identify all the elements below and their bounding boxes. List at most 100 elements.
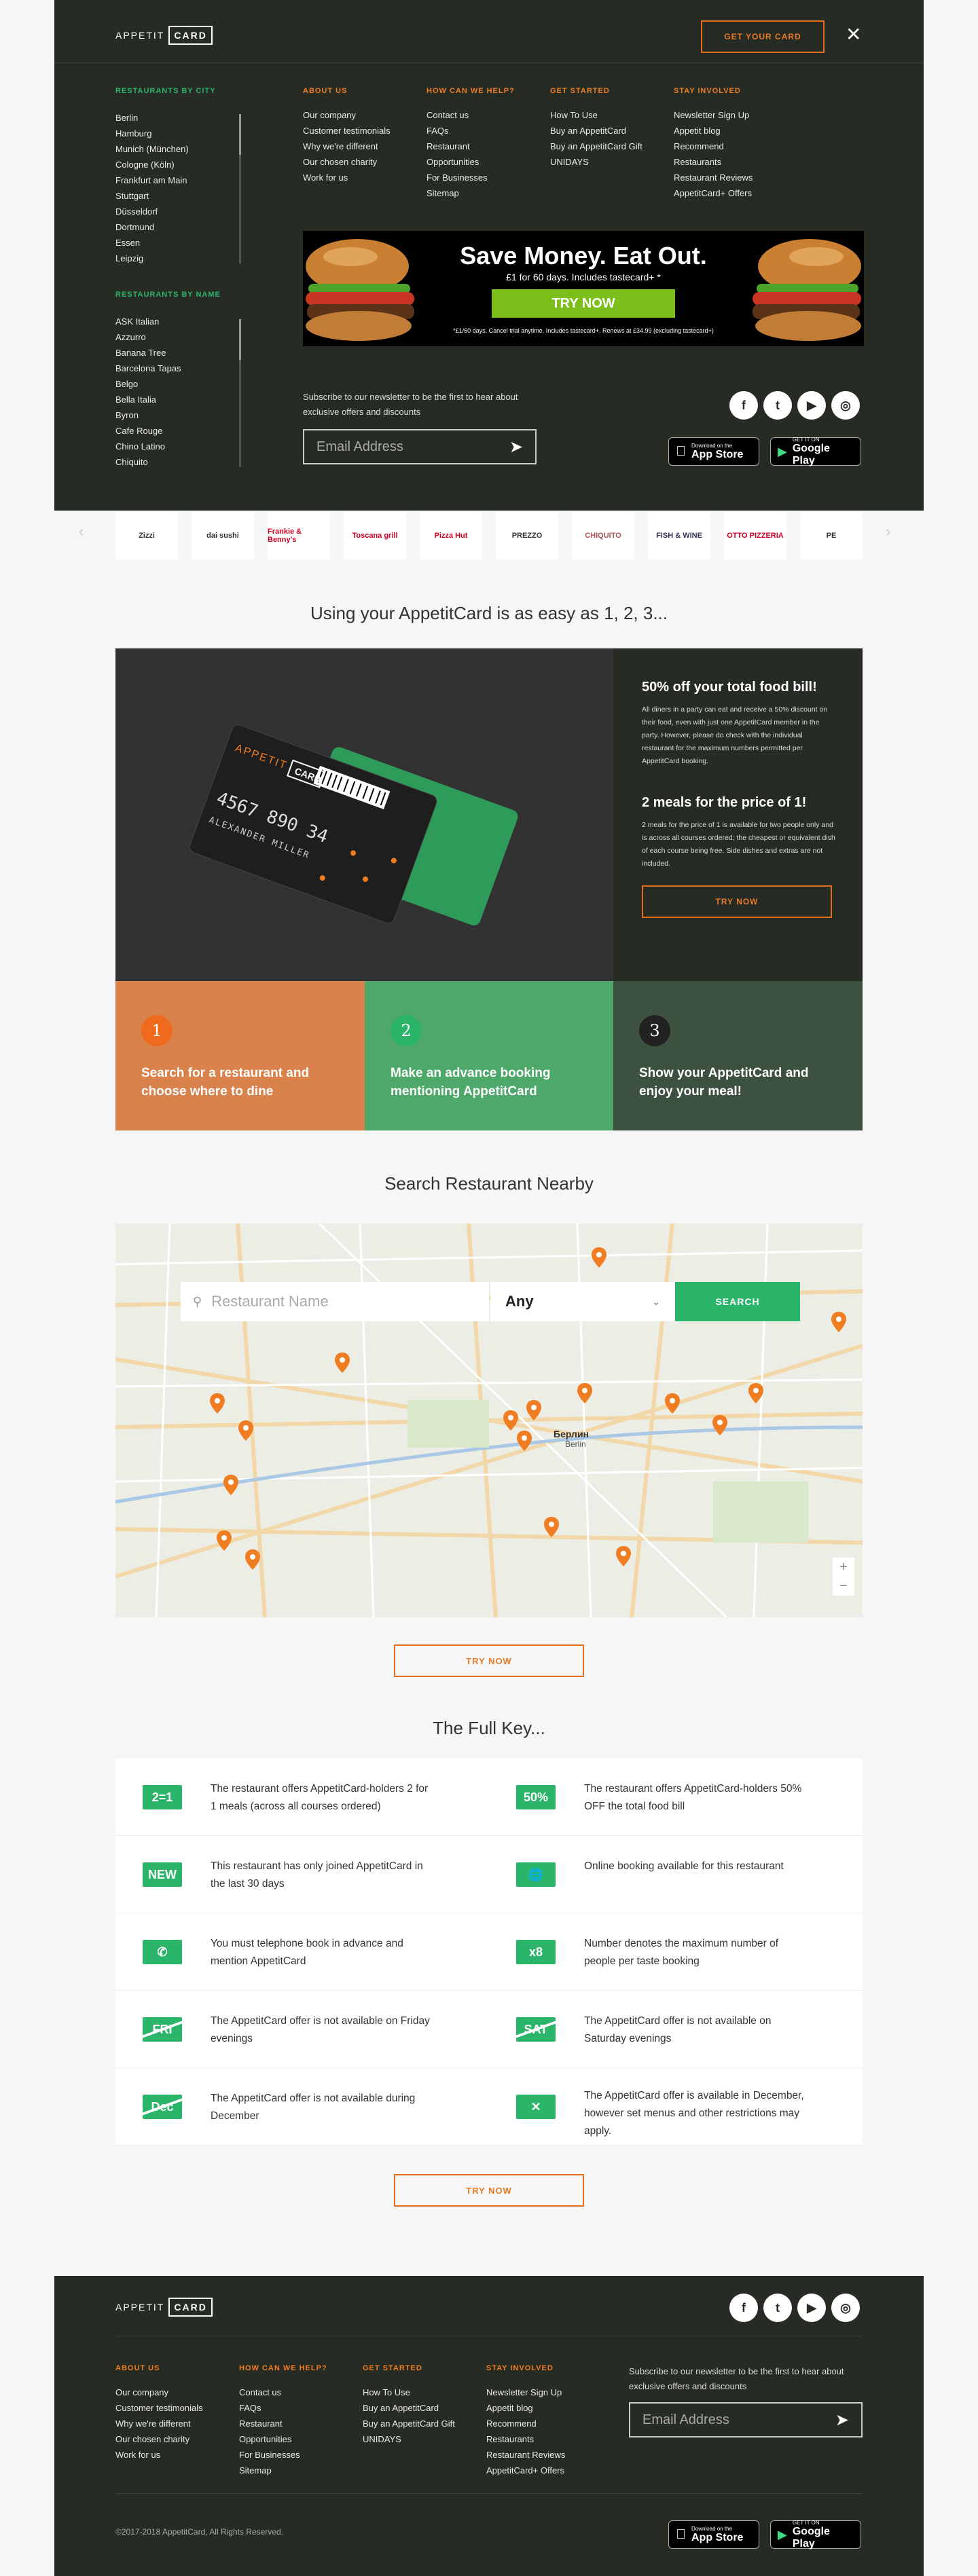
hero-try-button[interactable]: TRY NOW: [642, 885, 832, 918]
map-pin-icon[interactable]: [526, 1400, 542, 1420]
menu-link[interactable]: Customer testimonials: [303, 123, 425, 139]
menu-link[interactable]: Newsletter Sign Up: [674, 107, 796, 123]
menu-link[interactable]: Work for us: [303, 170, 425, 185]
youtube-icon[interactable]: ▶: [797, 391, 826, 420]
footer-logo[interactable]: APPETIT CARD: [115, 2298, 213, 2317]
facebook-icon[interactable]: f: [729, 2294, 758, 2322]
menu-link[interactable]: Our company: [115, 2385, 238, 2400]
menu-link[interactable]: Appetit blog: [674, 123, 796, 139]
close-icon[interactable]: ✕: [846, 23, 861, 45]
send-arrow-icon[interactable]: ➤: [509, 437, 523, 457]
google-play-badge[interactable]: ▶ GET IT ON Google Play: [770, 2520, 861, 2550]
menu-link[interactable]: Leipzig: [115, 251, 231, 266]
menu-link[interactable]: Chino Latino: [115, 439, 231, 454]
map-pin-icon[interactable]: [591, 1247, 607, 1268]
menu-link[interactable]: Buy an AppetitCard: [550, 123, 672, 139]
facebook-icon[interactable]: f: [729, 391, 758, 420]
carousel-next-icon[interactable]: ›: [886, 523, 890, 540]
menu-link[interactable]: AppetitCard+ Offers: [674, 185, 796, 201]
menu-link[interactable]: Düsseldorf: [115, 204, 231, 219]
map-pin-icon[interactable]: [748, 1383, 764, 1403]
promo-banner[interactable]: Save Money. Eat Out. £1 for 60 days. Inc…: [303, 231, 864, 346]
menu-link[interactable]: Buy an AppetitCard Gift: [363, 2416, 485, 2431]
menu-link[interactable]: Belgo: [115, 376, 231, 392]
banner-try-button[interactable]: TRY NOW: [492, 289, 675, 318]
instagram-icon[interactable]: ◎: [831, 391, 860, 420]
menu-link[interactable]: Bella Italia: [115, 392, 231, 407]
menu-link[interactable]: Cafe Rouge: [115, 423, 231, 439]
brand-logo[interactable]: Pizza Hut: [420, 512, 482, 559]
menu-link[interactable]: Sitemap: [427, 185, 549, 201]
category-select[interactable]: Any ⌄: [490, 1282, 675, 1321]
map-pin-icon[interactable]: [664, 1393, 681, 1414]
newsletter-email-field[interactable]: Email Address ➤: [303, 429, 537, 464]
youtube-icon[interactable]: ▶: [797, 2294, 826, 2322]
menu-link[interactable]: Why we're different: [115, 2416, 238, 2431]
brand-logo[interactable]: Toscana grill: [344, 512, 406, 559]
map-pin-icon[interactable]: [244, 1549, 261, 1570]
twitter-icon[interactable]: t: [763, 2294, 792, 2322]
menu-link[interactable]: UNIDAYS: [550, 154, 672, 170]
menu-link[interactable]: Sitemap: [239, 2463, 361, 2478]
menu-link[interactable]: For Businesses: [427, 170, 549, 185]
menu-link[interactable]: Banana Tree: [115, 345, 231, 361]
menu-link[interactable]: Azzurro: [115, 329, 231, 345]
menu-link[interactable]: Restaurant Reviews: [486, 2447, 609, 2463]
menu-link[interactable]: Hamburg: [115, 126, 231, 141]
brand-logo[interactable]: PREZZO: [496, 512, 558, 559]
menu-link[interactable]: FAQs: [427, 123, 549, 139]
menu-link[interactable]: Recommend: [674, 139, 796, 154]
menu-link[interactable]: UNIDAYS: [363, 2431, 485, 2447]
menu-link[interactable]: Chiquito: [115, 454, 231, 470]
menu-link[interactable]: Restaurants: [486, 2431, 609, 2447]
site-logo[interactable]: APPETIT CARD: [115, 26, 213, 45]
menu-link[interactable]: Restaurant: [239, 2416, 361, 2431]
google-play-badge[interactable]: ▶ GET IT ON Google Play: [770, 437, 861, 466]
footer-email-field[interactable]: Email Address ➤: [629, 2402, 863, 2437]
twitter-icon[interactable]: t: [763, 391, 792, 420]
map-pin-icon[interactable]: [223, 1475, 239, 1495]
menu-link[interactable]: ASK Italian: [115, 314, 231, 329]
brand-logo[interactable]: FISH & WINE: [648, 512, 710, 559]
map-pin-icon[interactable]: [334, 1353, 350, 1373]
menu-link[interactable]: Essen: [115, 235, 231, 251]
menu-link[interactable]: How To Use: [550, 107, 672, 123]
menu-link[interactable]: Contact us: [239, 2385, 361, 2400]
menu-link[interactable]: Work for us: [115, 2447, 238, 2463]
menu-link[interactable]: Opportunities: [427, 154, 549, 170]
menu-link[interactable]: Dortmund: [115, 219, 231, 235]
restaurant-map[interactable]: Берлин Berlin ⚲ Restaurant Name Any ⌄ SE…: [115, 1223, 863, 1617]
app-store-badge[interactable]:  Download on theApp Store: [668, 437, 759, 466]
carousel-prev-icon[interactable]: ‹: [79, 523, 84, 540]
menu-link[interactable]: Byron: [115, 407, 231, 423]
map-pin-icon[interactable]: [615, 1546, 632, 1566]
menu-link[interactable]: Berlin: [115, 110, 231, 126]
menu-link[interactable]: FAQs: [239, 2400, 361, 2416]
map-pin-icon[interactable]: [543, 1517, 560, 1537]
get-card-button[interactable]: GET YOUR CARD: [701, 20, 825, 53]
menu-link[interactable]: Restaurants: [674, 154, 796, 170]
brand-logo[interactable]: PE: [800, 512, 863, 559]
map-pin-icon[interactable]: [209, 1393, 225, 1414]
menu-link[interactable]: Newsletter Sign Up: [486, 2385, 609, 2400]
send-arrow-icon[interactable]: ➤: [835, 2410, 849, 2430]
menu-link[interactable]: Customer testimonials: [115, 2400, 238, 2416]
scrollbar[interactable]: [239, 114, 241, 263]
map-pin-icon[interactable]: [238, 1420, 254, 1441]
menu-link[interactable]: Opportunities: [239, 2431, 361, 2447]
brand-logo[interactable]: dai sushi: [192, 512, 254, 559]
menu-link[interactable]: Why we're different: [303, 139, 425, 154]
menu-link[interactable]: Recommend: [486, 2416, 609, 2431]
menu-link[interactable]: Our chosen charity: [303, 154, 425, 170]
instagram-icon[interactable]: ◎: [831, 2294, 860, 2322]
map-pin-icon[interactable]: [831, 1312, 847, 1332]
brand-logo[interactable]: Zizzi: [115, 512, 178, 559]
menu-link[interactable]: Stuttgart: [115, 188, 231, 204]
brand-logo[interactable]: CHIQUITO: [572, 512, 634, 559]
menu-link[interactable]: For Businesses: [239, 2447, 361, 2463]
menu-link[interactable]: Our chosen charity: [115, 2431, 238, 2447]
menu-link[interactable]: Frankfurt am Main: [115, 172, 231, 188]
menu-link[interactable]: AppetitCard+ Offers: [486, 2463, 609, 2478]
menu-link[interactable]: Munich (München): [115, 141, 231, 157]
menu-link[interactable]: Barcelona Tapas: [115, 361, 231, 376]
